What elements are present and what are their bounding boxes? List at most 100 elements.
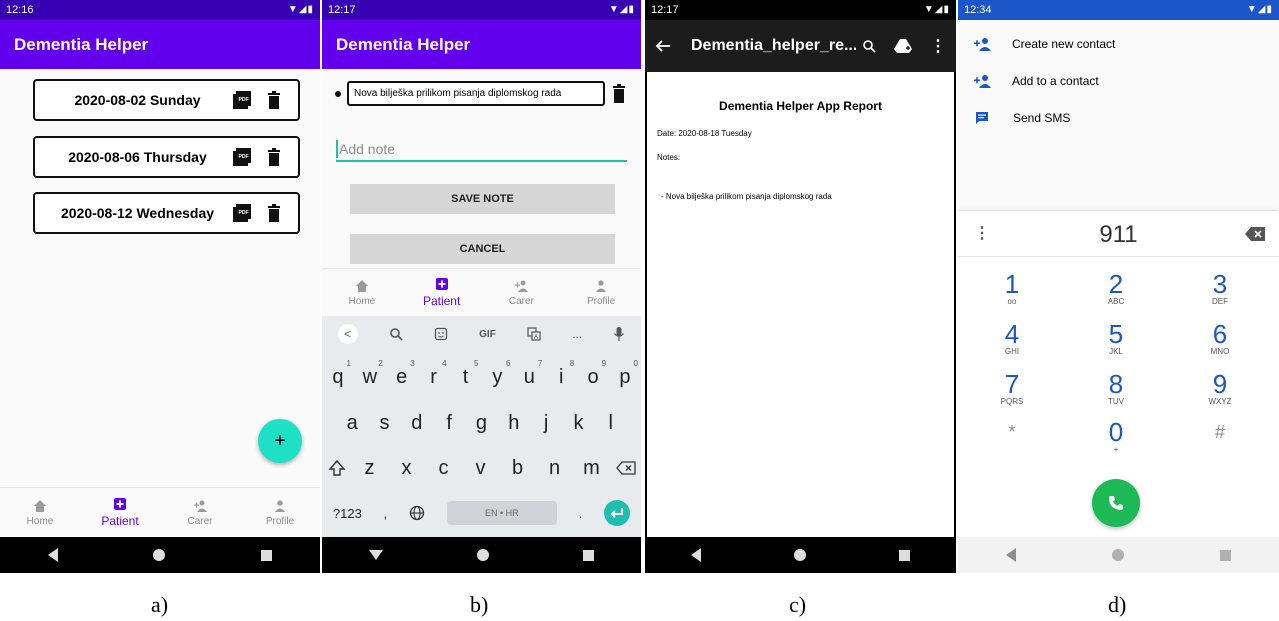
create-contact-item[interactable]: Create new contact: [958, 32, 1279, 56]
key-y[interactable]: y6: [484, 359, 510, 389]
send-sms-item[interactable]: Send SMS: [958, 106, 1279, 130]
key-d[interactable]: d: [404, 412, 430, 435]
back-arrow-icon[interactable]: [655, 38, 671, 54]
delete-icon[interactable]: [264, 203, 284, 223]
key-a[interactable]: a: [339, 412, 365, 435]
home-circle-icon[interactable]: [793, 549, 806, 561]
home-circle-icon[interactable]: [477, 549, 489, 561]
key-h[interactable]: h: [501, 412, 527, 435]
note-card[interactable]: 2020-08-06 Thursday PDF: [33, 136, 300, 178]
period-key[interactable]: .: [579, 506, 583, 521]
key-f[interactable]: f: [436, 412, 462, 435]
key-u[interactable]: u7: [516, 359, 543, 389]
enter-icon[interactable]: [604, 500, 631, 526]
key-g[interactable]: g: [468, 412, 494, 435]
pdf-icon[interactable]: PDF: [232, 90, 252, 110]
call-button[interactable]: [1092, 479, 1140, 527]
translate-icon[interactable]: A: [527, 327, 541, 341]
back-icon[interactable]: [1006, 548, 1016, 562]
search-icon[interactable]: [389, 327, 403, 341]
search-icon[interactable]: [862, 39, 876, 53]
more-button[interactable]: ...: [572, 327, 582, 341]
add-note-fab[interactable]: +: [258, 419, 302, 463]
note-card[interactable]: 2020-08-12 Wednesday PDF: [33, 192, 300, 234]
key-w[interactable]: w2: [357, 359, 383, 389]
symbols-key[interactable]: ?123: [333, 506, 362, 521]
key-s[interactable]: s: [371, 412, 397, 435]
key-o[interactable]: o9: [580, 359, 607, 389]
key-v[interactable]: v: [468, 457, 494, 480]
report-title: Dementia Helper App Report: [719, 99, 882, 113]
key-p[interactable]: p0: [612, 359, 638, 389]
nav-profile[interactable]: Profile: [240, 488, 320, 537]
dial-key-8[interactable]: 8 TUV: [1086, 371, 1146, 407]
pdf-icon[interactable]: PDF: [232, 203, 252, 223]
dial-key-star[interactable]: *: [982, 419, 1042, 455]
nav-home[interactable]: Home: [0, 488, 80, 537]
dial-key-0[interactable]: 0 +: [1086, 419, 1146, 455]
dial-key-1[interactable]: 1 oo: [982, 271, 1042, 307]
note-card[interactable]: 2020-08-02 Sunday PDF: [33, 79, 300, 121]
add-to-contact-item[interactable]: Add to a contact: [958, 69, 1279, 93]
key-m[interactable]: m: [579, 457, 605, 480]
recents-icon[interactable]: [898, 549, 910, 561]
recents-icon[interactable]: [261, 549, 273, 561]
dial-key-2[interactable]: 2 ABC: [1086, 271, 1146, 307]
nav-home[interactable]: Home: [322, 269, 402, 316]
key-r[interactable]: r4: [421, 359, 446, 389]
space-bar[interactable]: EN • HR: [446, 501, 557, 525]
delete-icon[interactable]: [264, 90, 284, 110]
note-input[interactable]: Add note: [336, 138, 627, 162]
mic-icon[interactable]: [613, 326, 625, 342]
cancel-button[interactable]: CANCEL: [350, 234, 615, 264]
dial-key-6[interactable]: 6 MNO: [1190, 321, 1250, 357]
dial-key-3[interactable]: 3 DEF: [1190, 271, 1250, 307]
gif-button[interactable]: GIF: [479, 329, 496, 340]
sticker-icon[interactable]: [434, 327, 448, 341]
shift-icon[interactable]: [327, 459, 346, 477]
pdf-icon[interactable]: PDF: [232, 147, 252, 167]
back-icon[interactable]: [691, 548, 702, 562]
dial-key-4[interactable]: 4 GHI: [982, 321, 1042, 357]
key-x[interactable]: x: [394, 457, 420, 480]
globe-icon[interactable]: [409, 505, 425, 521]
nav-patient[interactable]: Patient: [402, 269, 482, 316]
key-z[interactable]: z: [357, 457, 383, 480]
more-vert-icon[interactable]: ⋮: [930, 36, 946, 56]
nav-patient[interactable]: Patient: [80, 488, 160, 537]
key-k[interactable]: k: [565, 412, 591, 435]
kb-collapse-button[interactable]: <: [337, 324, 358, 344]
key-i[interactable]: i8: [548, 359, 574, 389]
delete-icon[interactable]: [264, 147, 284, 167]
dial-key-9[interactable]: 9 WXYZ: [1190, 371, 1250, 407]
key-b[interactable]: b: [505, 457, 531, 480]
nav-carer[interactable]: Carer: [160, 488, 240, 537]
comma-key[interactable]: ,: [384, 506, 388, 521]
key-n[interactable]: n: [542, 457, 568, 480]
nav-carer[interactable]: Carer: [482, 269, 562, 316]
note-item[interactable]: Nova bilješka prilikom pisanja diplomsko…: [347, 81, 605, 106]
backspace-icon[interactable]: [1245, 227, 1265, 241]
backspace-icon[interactable]: [615, 461, 636, 475]
nav-profile[interactable]: Profile: [561, 269, 641, 316]
delete-icon[interactable]: [609, 83, 629, 105]
keyboard-row-2: asdfghjkl: [322, 408, 641, 438]
back-icon[interactable]: [47, 548, 58, 562]
hide-keyboard-icon[interactable]: [369, 550, 383, 560]
dial-key-7[interactable]: 7 PQRS: [982, 371, 1042, 407]
key-l[interactable]: l: [598, 412, 624, 435]
key-e[interactable]: e3: [389, 359, 415, 389]
save-note-button[interactable]: SAVE NOTE: [350, 184, 615, 214]
home-circle-icon[interactable]: [153, 549, 166, 561]
home-circle-icon[interactable]: [1112, 549, 1124, 561]
key-letter: r: [430, 365, 437, 388]
key-c[interactable]: c: [431, 457, 457, 480]
key-j[interactable]: j: [533, 412, 559, 435]
recents-icon[interactable]: [1220, 549, 1231, 561]
drive-icon[interactable]: [894, 38, 912, 54]
dial-key-hash[interactable]: #: [1190, 419, 1250, 455]
recents-icon[interactable]: [583, 549, 594, 561]
key-t[interactable]: t5: [453, 359, 479, 389]
key-q[interactable]: q1: [325, 359, 351, 389]
dial-key-5[interactable]: 5 JKL: [1086, 321, 1146, 357]
